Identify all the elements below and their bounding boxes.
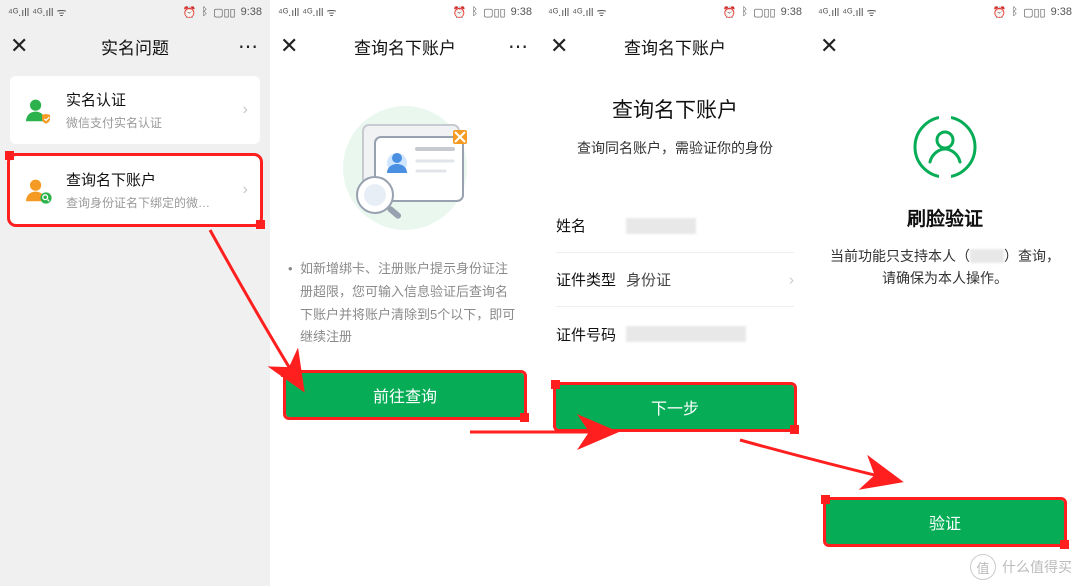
face-icon <box>910 112 980 182</box>
screen-face-verify: ⁴ᴳ.ıll ⁴ᴳ.ıll ᯤ ⏰ᛒ ▢▯▯9:38 ✕ 刷脸验证 当前功能只支… <box>810 0 1080 586</box>
chevron-right-icon: › <box>243 181 248 199</box>
next-step-button[interactable]: 下一步 <box>556 385 794 429</box>
card-subtitle: 微信支付实名认证 <box>66 114 246 131</box>
more-icon[interactable]: ⋯ <box>238 24 260 68</box>
close-icon[interactable]: ✕ <box>10 24 28 68</box>
nav-title: 查询名下账户 <box>624 34 726 59</box>
nav-title: 查询名下账户 <box>354 34 456 59</box>
nav-bar: ✕ <box>810 24 1080 68</box>
screen-query-intro: ⁴ᴳ.ıll ⁴ᴳ.ıll ᯤ ⏰ᛒ ▢▯▯9:38 ✕ 查询名下账户 ⋯ <box>270 0 540 586</box>
row-id-type[interactable]: 证件类型 身份证 › <box>556 253 794 307</box>
status-bar: ⁴ᴳ.ıll ⁴ᴳ.ıll ᯤ ⏰ᛒ ▢▯▯9:38 <box>540 0 810 24</box>
page-title: 查询名下账户 <box>540 94 810 124</box>
redacted-name-inline <box>970 249 1004 263</box>
page-subtitle: 查询同名账户，需验证你的身份 <box>564 138 786 159</box>
more-icon[interactable]: ⋯ <box>508 24 530 68</box>
watermark-text: 什么值得买 <box>1002 557 1072 577</box>
id-type-value: 身份证 <box>626 269 671 290</box>
screen-query-form: ⁴ᴳ.ıll ⁴ᴳ.ıll ᯤ ⏰ᛒ ▢▯▯9:38 ✕ 查询名下账户 查询名下… <box>540 0 810 586</box>
verify-button[interactable]: 验证 <box>826 500 1064 544</box>
redacted-name <box>626 218 696 234</box>
close-icon[interactable]: ✕ <box>820 24 838 68</box>
close-icon[interactable]: ✕ <box>280 24 298 68</box>
close-icon[interactable]: ✕ <box>550 24 568 68</box>
go-query-button[interactable]: 前往查询 <box>286 373 524 417</box>
note-text: 如新增绑卡、注册账户提示身份证注册超限，您可输入信息验证后查询名下账户并将账户清… <box>270 258 540 349</box>
card-subtitle: 查询身份证名下绑定的微… <box>66 194 246 211</box>
chevron-right-icon: › <box>789 271 794 288</box>
watermark: 值 什么值得买 <box>970 554 1072 580</box>
row-id-number[interactable]: 证件号码 <box>556 307 794 361</box>
card-real-name-auth[interactable]: 实名认证 微信支付实名认证 › <box>10 76 260 144</box>
person-search-icon <box>22 174 54 206</box>
nav-bar: ✕ 实名问题 ⋯ <box>0 24 270 68</box>
redacted-id-number <box>626 326 746 342</box>
status-bar: ⁴ᴳ.ıll ⁴ᴳ.ıll ᯤ ⏰ᛒ ▢▯▯9:38 <box>0 0 270 24</box>
nav-bar: ✕ 查询名下账户 ⋯ <box>270 24 540 68</box>
card-title: 实名认证 <box>66 89 246 110</box>
screen-realname-menu: ⁴ᴳ.ıll ⁴ᴳ.ıll ᯤ ⏰ᛒ ▢▯▯9:38 ✕ 实名问题 ⋯ <box>0 0 270 586</box>
card-title: 查询名下账户 <box>66 169 246 190</box>
card-query-accounts[interactable]: 查询名下账户 查询身份证名下绑定的微… › <box>10 156 260 224</box>
row-name[interactable]: 姓名 <box>556 199 794 253</box>
face-verify-desc: 当前功能只支持本人（）查询，请确保为本人操作。 <box>828 245 1062 290</box>
person-badge-icon <box>22 94 54 126</box>
face-verify-title: 刷脸验证 <box>810 204 1080 231</box>
watermark-badge: 值 <box>970 554 996 580</box>
chevron-right-icon: › <box>243 101 248 119</box>
nav-bar: ✕ 查询名下账户 <box>540 24 810 68</box>
status-bar: ⁴ᴳ.ıll ⁴ᴳ.ıll ᯤ ⏰ᛒ ▢▯▯9:38 <box>270 0 540 24</box>
id-card-illustration <box>270 68 540 258</box>
nav-title: 实名问题 <box>101 34 169 59</box>
status-bar: ⁴ᴳ.ıll ⁴ᴳ.ıll ᯤ ⏰ᛒ ▢▯▯9:38 <box>810 0 1080 24</box>
